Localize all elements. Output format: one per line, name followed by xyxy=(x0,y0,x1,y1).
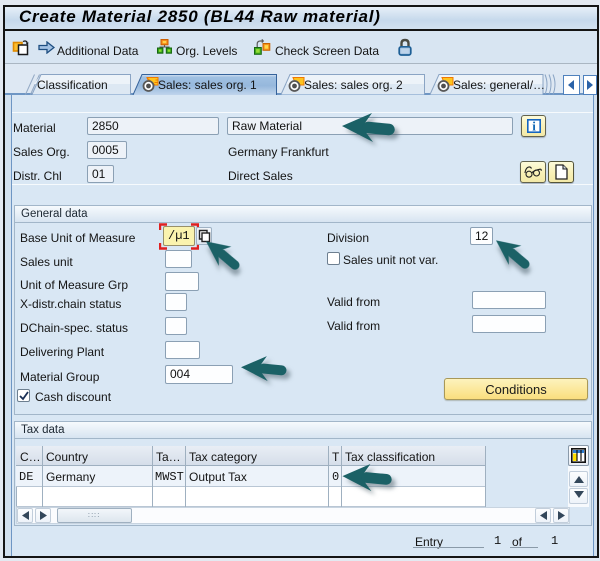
svg-text:i: i xyxy=(532,119,536,133)
